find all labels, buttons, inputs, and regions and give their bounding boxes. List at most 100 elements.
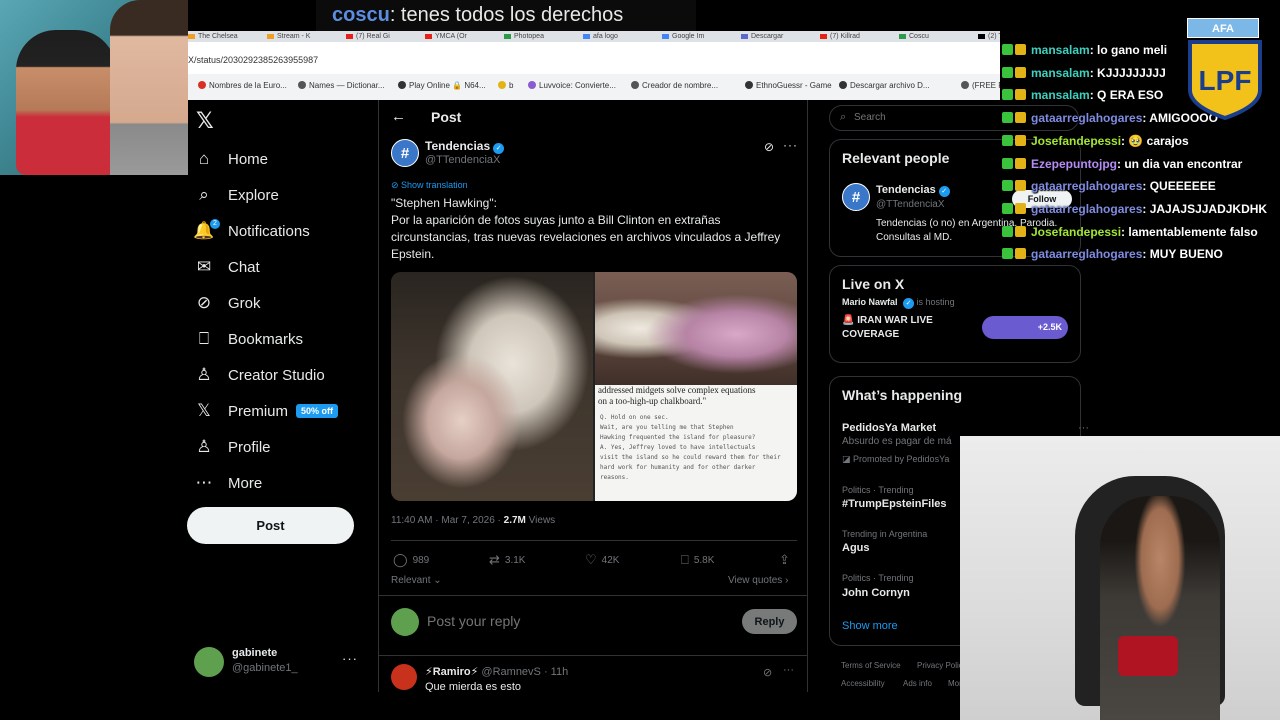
live-space-title[interactable]: 🚨 IRAN WAR LIVE COVERAGE [842, 314, 982, 342]
reply-input[interactable] [427, 613, 727, 629]
footer-link[interactable]: Ads info [903, 679, 932, 688]
post-photo-left[interactable] [391, 272, 593, 501]
post-time[interactable]: 11:40 AM · Mar 7, 2026 · [391, 515, 504, 526]
chat-username[interactable]: Josefandepessi [1031, 134, 1121, 148]
live-listener-count[interactable]: +2.5K [982, 316, 1068, 339]
browser-tab[interactable]: Google Im [662, 31, 736, 42]
chat-username[interactable]: Josefandepessi [1031, 225, 1121, 239]
bookmark-label[interactable]: Play Online 🔒 N64... [409, 81, 486, 90]
back-arrow-icon[interactable]: ← [391, 108, 406, 125]
url-text[interactable]: X/status/2030292385263955987 [188, 55, 318, 65]
bookmark-label[interactable]: Luvvoice: Convierte... [539, 81, 616, 90]
footer-link[interactable]: Terms of Service [841, 661, 901, 670]
browser-tab[interactable]: Stream - K [267, 31, 341, 42]
bookmark-item[interactable]: EthnoGuessr - Game [745, 81, 832, 90]
trend-name[interactable]: John Cornyn [842, 587, 910, 599]
chat-username[interactable]: gataarreglahogares [1031, 111, 1142, 125]
more-options-icon[interactable]: ··· [783, 138, 798, 152]
bookmark-label[interactable]: b [509, 81, 513, 90]
bookmark-item[interactable]: Play Online 🔒 N64... [398, 81, 486, 90]
browser-tab[interactable]: YMCA (Or [425, 31, 499, 42]
relevant-person-handle[interactable]: @TTendenciaX [876, 199, 945, 210]
author-avatar[interactable]: # [391, 139, 419, 167]
show-more-link[interactable]: Show more [842, 620, 898, 632]
browser-tab-label[interactable]: The Chelsea [198, 33, 238, 40]
post-photo-right[interactable] [595, 272, 797, 385]
post-media[interactable]: addressed midgets solve complex equation… [391, 272, 797, 501]
reply-author-handle[interactable]: @RamnevS · 11h [481, 666, 568, 678]
more-options-icon[interactable]: ··· [342, 651, 358, 666]
reply-author[interactable]: ⚡Ramiro⚡ @RamnevS · 11h [425, 665, 568, 678]
browser-tab[interactable]: The Chelsea [188, 31, 262, 42]
bookmark-item[interactable]: (FREE FOR PROFIT) [961, 81, 1000, 90]
nav-item-profile[interactable]: ♙ Profile [194, 431, 270, 463]
browser-tab[interactable]: (2) Tende [978, 31, 1000, 42]
nav-item-explore[interactable]: ⌕ Explore [194, 179, 279, 211]
account-switcher[interactable]: gabinete @gabinete1_ ··· [194, 645, 372, 681]
browser-tab[interactable]: Photopea [504, 31, 578, 42]
browser-tab-label[interactable]: Stream - K [277, 33, 310, 40]
chat-username[interactable]: mansalam [1031, 88, 1090, 102]
bookmark-label[interactable]: (FREE FOR PROFIT) [972, 81, 1000, 90]
bookmark-label[interactable]: Creador de nombre... [642, 81, 718, 90]
author-handle[interactable]: @TTendenciaX [425, 154, 500, 166]
chat-username[interactable]: Ezepepuntojpg [1031, 157, 1117, 171]
browser-tab[interactable]: Descargar [741, 31, 815, 42]
chat-username[interactable]: mansalam [1031, 43, 1090, 57]
relevant-person-avatar[interactable]: # [842, 183, 870, 211]
nav-item-grok[interactable]: ⊘ Grok [194, 287, 261, 319]
chat-username[interactable]: gataarreglahogares [1031, 202, 1142, 216]
bookmark-item[interactable]: Creador de nombre... [631, 81, 718, 90]
reply-button[interactable]: Reply [742, 609, 797, 634]
bookmark-label[interactable]: Names — Dictionar... [309, 81, 385, 90]
browser-tab-label[interactable]: YMCA (Or [435, 33, 467, 40]
share-button[interactable]: ⇪ [779, 552, 795, 568]
reply-author-avatar[interactable] [391, 664, 417, 690]
nav-item-premium[interactable]: 𝕏 Premium 50% off [194, 395, 339, 427]
author-name[interactable]: Tendencias ✓ [425, 139, 505, 154]
show-translation-link[interactable]: ⊘ Show translation [391, 180, 468, 191]
chat-username[interactable]: gataarreglahogares [1031, 179, 1142, 193]
trend-name[interactable]: Agus [842, 542, 870, 554]
chat-username[interactable]: mansalam [1031, 66, 1090, 80]
bookmark-item[interactable]: Luvvoice: Convierte... [528, 81, 616, 90]
grok-icon[interactable]: ⊘ [764, 140, 774, 154]
relevant-person-name-text[interactable]: Tendencias [876, 184, 936, 196]
browser-tab-label[interactable]: Google Im [672, 33, 704, 40]
browser-address-bar[interactable]: X/status/2030292385263955987 [188, 42, 1000, 74]
more-options-icon[interactable]: ··· [1078, 422, 1089, 434]
bookmark-item[interactable]: Descargar archivo D... [839, 81, 930, 90]
bookmark-item[interactable]: Names — Dictionar... [298, 81, 385, 90]
chat-username[interactable]: gataarreglahogares [1031, 247, 1142, 261]
show-translation-text[interactable]: Show translation [401, 180, 468, 190]
browser-tab-label[interactable]: (7) Killrad [830, 33, 860, 40]
x-logo-icon[interactable]: 𝕏 [196, 108, 214, 134]
trend-name[interactable]: #TrumpEpsteinFiles [842, 498, 947, 510]
browser-tab-label[interactable]: afa logo [593, 33, 618, 40]
nav-item-home[interactable]: ⌂ Home [194, 143, 268, 175]
browser-tab[interactable]: Coscu [899, 31, 973, 42]
browser-tab-label[interactable]: (7) Real Gi [356, 33, 390, 40]
bookmark-label[interactable]: EthnoGuessr - Game [756, 81, 832, 90]
reply-author-name[interactable]: ⚡Ramiro⚡ [425, 666, 478, 678]
grok-icon[interactable]: ⊘ [763, 666, 772, 679]
browser-tab-label[interactable]: (2) Tende [988, 33, 1000, 40]
browser-tab[interactable]: afa logo [583, 31, 657, 42]
browser-tab[interactable]: (7) Killrad [820, 31, 894, 42]
like-button[interactable]: ♡ 42K [585, 552, 619, 568]
relevant-person-name[interactable]: Tendencias ✓ [876, 184, 950, 197]
view-quotes-link[interactable]: View quotes › [728, 575, 788, 586]
browser-tab[interactable]: (7) Real Gi [346, 31, 420, 42]
more-options-icon[interactable]: ··· [783, 664, 794, 676]
author-name-text[interactable]: Tendencias [425, 139, 490, 153]
repost-button[interactable]: ⇄ 3.1K [489, 552, 525, 568]
nav-item-notifications[interactable]: 🔔 2 Notifications [193, 215, 310, 247]
bookmark-button[interactable]: ⎕ 5.8K [681, 552, 714, 568]
nav-item-more[interactable]: ⋯ More [194, 467, 263, 499]
live-host[interactable]: Mario Nawfal ✓ is hosting [842, 297, 955, 309]
nav-item-creator-studio[interactable]: ♙ Creator Studio [194, 359, 324, 391]
reply-sort-dropdown[interactable]: Relevant ⌄ [391, 575, 442, 586]
live-host-name[interactable]: Mario Nawfal [842, 297, 898, 307]
bookmark-item[interactable]: Nombres de la Euro... [198, 81, 287, 90]
promoted-trend-name[interactable]: PedidosYa Market [842, 422, 936, 434]
